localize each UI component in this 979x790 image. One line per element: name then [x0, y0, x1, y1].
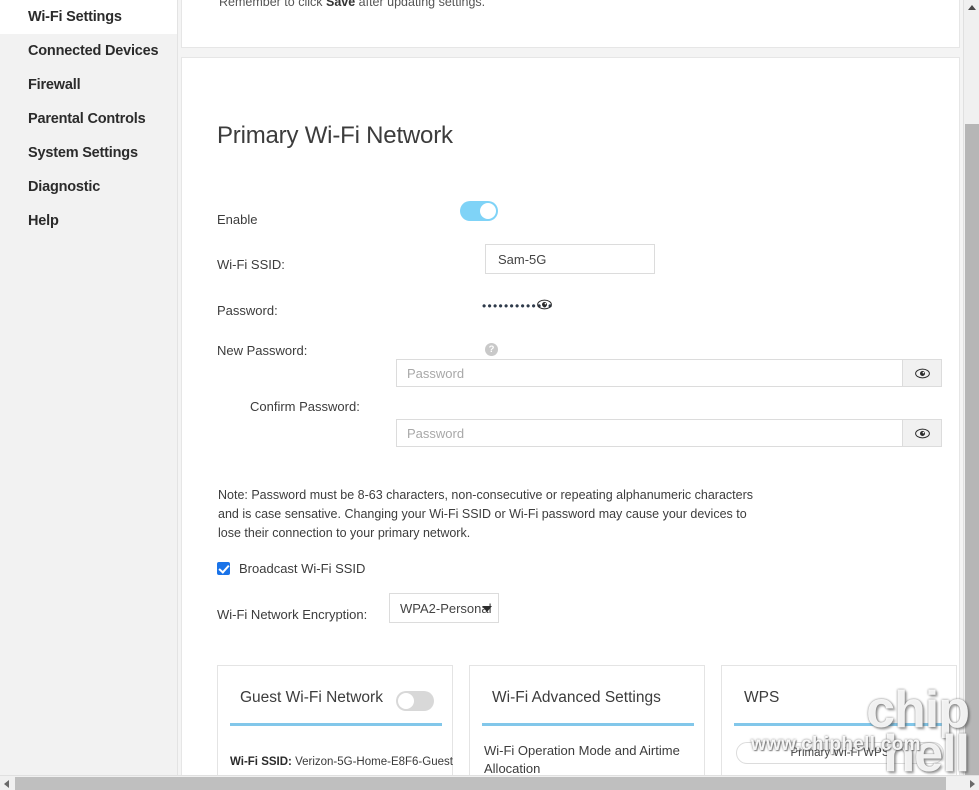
card-divider [482, 723, 694, 726]
notice-suffix: after updating settings. [355, 0, 486, 9]
sidebar-item-label: Connected Devices [28, 43, 159, 59]
caret-right-icon[interactable] [970, 780, 975, 788]
sidebar-item-label: Firewall [28, 77, 81, 93]
new-password-input[interactable] [396, 359, 902, 387]
sidebar-item-connected-devices[interactable]: Connected Devices [0, 34, 177, 68]
password-label: Password: [217, 303, 278, 318]
wps-card-title: WPS [744, 689, 780, 706]
wifi-ssid-input[interactable] [485, 244, 655, 274]
encryption-label: Wi-Fi Network Encryption: [217, 607, 368, 622]
vertical-scrollbar-thumb[interactable] [965, 124, 979, 775]
eye-icon[interactable] [537, 297, 552, 312]
wifi-ssid-label: Wi-Fi SSID: [217, 257, 285, 272]
primary-wifi-panel: Primary Wi-Fi Network Enable Wi-Fi SSID:… [181, 57, 960, 775]
horizontal-scrollbar[interactable] [0, 775, 979, 790]
page-title: Primary Wi-Fi Network [217, 122, 453, 150]
confirm-password-field [396, 419, 942, 447]
advanced-card-body: Wi-Fi Operation Mode and Airtime Allocat… [484, 743, 680, 775]
help-icon[interactable]: ? [485, 343, 498, 356]
save-notice-panel: Remember to click Save after updating se… [181, 0, 960, 48]
sidebar-item-label: Help [28, 213, 59, 229]
notice-save-word: Save [325, 0, 356, 9]
toggle-knob [398, 693, 414, 709]
broadcast-ssid-row[interactable]: Broadcast Wi-Fi SSID [217, 561, 365, 576]
guest-ssid-label: Wi-Fi SSID: [230, 756, 292, 768]
encryption-select[interactable]: WPA2-Personal [389, 593, 499, 623]
guest-card-title: Guest Wi-Fi Network [240, 689, 383, 706]
sidebar-item-diagnostic[interactable]: Diagnostic [0, 170, 177, 204]
sidebar-item-label: Wi-Fi Settings [28, 9, 122, 25]
caret-up-icon[interactable] [968, 5, 976, 10]
new-password-label: New Password: [217, 343, 308, 358]
sidebar-item-help[interactable]: Help [0, 204, 177, 238]
password-rules-note: Note: Password must be 8-63 characters, … [218, 487, 753, 540]
enable-toggle[interactable] [460, 201, 498, 221]
caret-left-icon[interactable] [4, 780, 9, 788]
new-password-field [396, 359, 942, 387]
content-area: Remember to click Save after updating se… [178, 0, 963, 775]
eye-icon [914, 426, 930, 441]
vertical-scrollbar[interactable] [963, 0, 979, 775]
sidebar-item-label: Diagnostic [28, 179, 101, 195]
encryption-selected-value: WPA2-Personal [400, 601, 492, 616]
confirm-password-input[interactable] [396, 419, 902, 447]
wifi-advanced-settings-card[interactable]: Wi-Fi Advanced Settings Wi-Fi Operation … [469, 665, 705, 775]
guest-wifi-card[interactable]: Guest Wi-Fi Network Wi-Fi SSID: Verizon-… [217, 665, 453, 775]
advanced-card-title: Wi-Fi Advanced Settings [492, 689, 661, 706]
broadcast-ssid-checkbox[interactable] [217, 562, 230, 575]
sidebar-item-parental-controls[interactable]: Parental Controls [0, 102, 177, 136]
eye-icon [914, 366, 930, 381]
guest-ssid-value: Verizon-5G-Home-E8F6-Guest [295, 756, 453, 768]
card-divider [230, 723, 442, 726]
toggle-knob [480, 203, 496, 219]
sidebar-item-wifi-settings[interactable]: Wi-Fi Settings [0, 0, 177, 34]
new-password-reveal-button[interactable] [902, 359, 942, 387]
notice-prefix: Remember to click [219, 0, 326, 9]
guest-ssid-row: Wi-Fi SSID: Verizon-5G-Home-E8F6-Guest [230, 756, 453, 768]
enable-label: Enable [217, 212, 258, 227]
horizontal-scrollbar-thumb[interactable] [15, 777, 946, 790]
primary-wifi-wps-button[interactable]: Primary Wi-Fi WPS [736, 742, 944, 764]
confirm-password-label: Confirm Password: [250, 399, 360, 414]
router-admin-page: Wi-Fi Settings Connected Devices Firewal… [0, 0, 979, 790]
wps-card[interactable]: WPS Primary Wi-Fi WPS [721, 665, 957, 775]
sidebar-item-label: System Settings [28, 145, 138, 161]
broadcast-ssid-label: Broadcast Wi-Fi SSID [239, 561, 366, 576]
card-divider [734, 723, 946, 726]
sidebar-item-firewall[interactable]: Firewall [0, 68, 177, 102]
save-notice-text: Remember to click Save after updating se… [219, 0, 485, 9]
confirm-password-reveal-button[interactable] [902, 419, 942, 447]
sidebar-item-label: Parental Controls [28, 111, 146, 127]
chevron-down-icon [482, 606, 492, 612]
guest-wifi-toggle[interactable] [396, 691, 434, 711]
sidebar-nav: Wi-Fi Settings Connected Devices Firewal… [0, 0, 178, 775]
sidebar-item-system-settings[interactable]: System Settings [0, 136, 177, 170]
